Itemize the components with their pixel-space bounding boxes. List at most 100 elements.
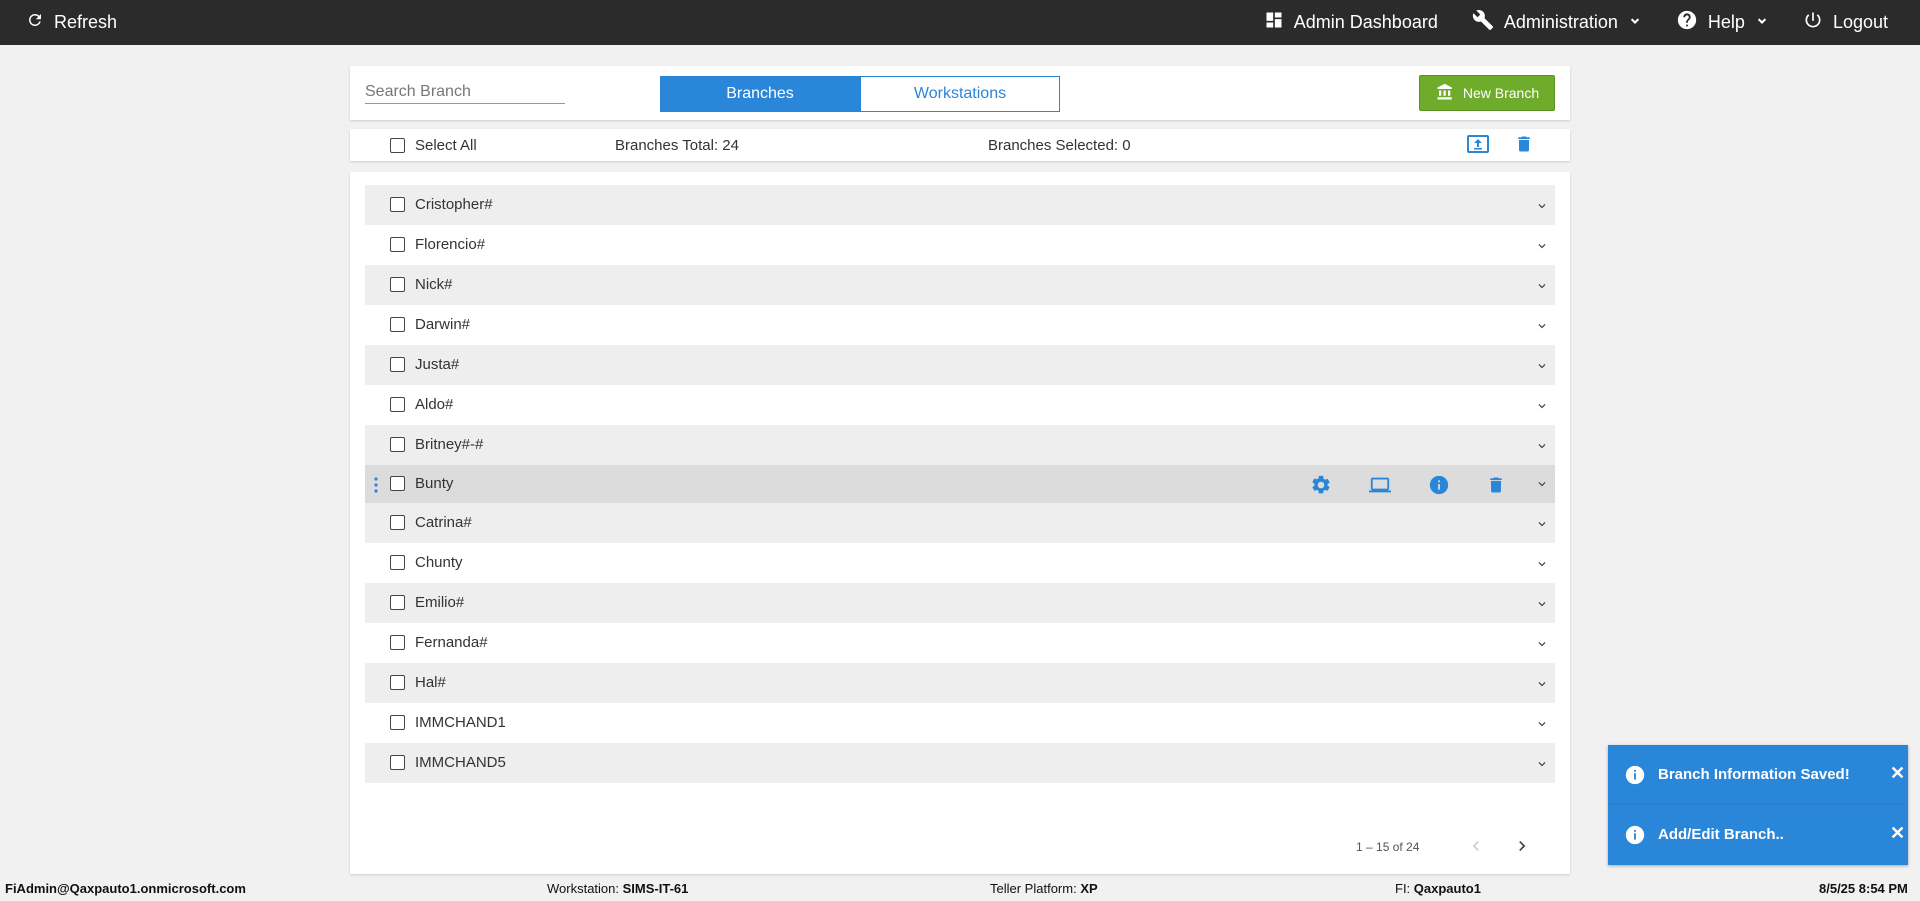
chevron-down-icon[interactable] [1535, 477, 1549, 495]
branch-row[interactable]: Catrina# [365, 503, 1555, 543]
selection-bar: Select All Branches Total: 24 Branches S… [350, 129, 1570, 161]
logout-label: Logout [1832, 12, 1888, 32]
chevron-down-icon[interactable] [1535, 439, 1549, 457]
chevron-down-icon[interactable] [1535, 359, 1549, 377]
branch-checkbox[interactable] [390, 397, 405, 412]
chevron-down-icon[interactable] [1535, 239, 1549, 257]
branch-checkbox[interactable] [390, 197, 405, 212]
branch-checkbox[interactable] [390, 357, 405, 372]
chevron-down-icon[interactable] [1535, 279, 1549, 297]
drag-handle-icon[interactable] [374, 476, 378, 498]
select-all-label: Select All [415, 137, 477, 154]
branch-row[interactable]: Britney#-# [365, 425, 1555, 465]
branch-checkbox[interactable] [390, 237, 405, 252]
status-bar: FiAdmin@Qaxpauto1.onmicrosoft.com Workst… [0, 877, 1920, 901]
info-icon [1624, 764, 1646, 790]
branch-name: Cristopher# [415, 196, 493, 213]
chevron-down-icon[interactable] [1535, 597, 1549, 615]
branch-row[interactable]: Chunty [365, 543, 1555, 583]
refresh-label: Refresh [54, 12, 118, 32]
search-branch-input[interactable] [365, 80, 565, 104]
workstation-label: Workstation: [547, 881, 620, 896]
branch-row[interactable]: IMMCHAND5 [365, 743, 1555, 783]
branch-row[interactable]: Nick# [365, 265, 1555, 305]
branch-name: Justa# [415, 356, 460, 373]
chevron-down-icon[interactable] [1535, 399, 1549, 417]
branch-row[interactable]: Justa# [365, 345, 1555, 385]
next-page-icon[interactable] [1512, 836, 1532, 861]
close-icon[interactable]: ✕ [1890, 823, 1905, 844]
branch-checkbox[interactable] [390, 715, 405, 730]
admin-dashboard-link[interactable]: Admin Dashboard [1264, 10, 1438, 35]
chevron-down-icon [1755, 12, 1769, 33]
branch-row[interactable]: Darwin# [365, 305, 1555, 345]
branch-row[interactable]: Fernanda# [365, 623, 1555, 663]
settings-gear-icon[interactable] [1310, 474, 1332, 500]
branch-name: IMMCHAND5 [415, 754, 506, 771]
branch-name: Catrina# [415, 514, 472, 531]
fi-label: FI: [1395, 881, 1411, 896]
logout-button[interactable]: Logout [1803, 10, 1888, 35]
admin-dashboard-label: Admin Dashboard [1293, 12, 1438, 32]
chevron-down-icon[interactable] [1535, 637, 1549, 655]
branch-checkbox[interactable] [390, 476, 405, 491]
branch-checkbox[interactable] [390, 317, 405, 332]
select-all-checkbox[interactable] [390, 138, 405, 153]
refresh-button[interactable]: Refresh [26, 0, 117, 45]
branch-name: Nick# [415, 276, 453, 293]
branch-name: Fernanda# [415, 634, 488, 651]
branch-checkbox[interactable] [390, 555, 405, 570]
new-branch-button[interactable]: New Branch [1419, 75, 1555, 111]
close-icon[interactable]: ✕ [1890, 763, 1905, 784]
chevron-down-icon [1628, 12, 1642, 33]
branch-checkbox[interactable] [390, 635, 405, 650]
chevron-down-icon[interactable] [1535, 757, 1549, 775]
info-icon[interactable] [1428, 474, 1450, 500]
delete-selected-icon[interactable] [1514, 133, 1534, 159]
branch-row[interactable]: IMMCHAND1 [365, 703, 1555, 743]
branch-row[interactable]: Hal# [365, 663, 1555, 703]
branch-name: Britney#-# [415, 436, 484, 453]
branches-selected: Branches Selected: 0 [988, 137, 1131, 154]
branch-row[interactable]: Aldo# [365, 385, 1555, 425]
refresh-icon [26, 11, 44, 34]
branch-name: IMMCHAND1 [415, 714, 506, 731]
tab-workstations[interactable]: Workstations [860, 76, 1060, 112]
tab-branches[interactable]: Branches [660, 76, 860, 112]
wrench-icon [1472, 9, 1494, 36]
branch-row[interactable]: Cristopher# [365, 185, 1555, 225]
bank-icon [1435, 83, 1455, 104]
previous-page-icon[interactable] [1466, 836, 1486, 861]
branch-name: Bunty [415, 475, 454, 492]
chevron-down-icon[interactable] [1535, 199, 1549, 217]
delete-branch-icon[interactable] [1486, 474, 1506, 500]
branch-row[interactable]: Emilio# [365, 583, 1555, 623]
branch-row[interactable]: Florencio# [365, 225, 1555, 265]
fi-value: Qaxpauto1 [1413, 881, 1481, 896]
chevron-down-icon[interactable] [1535, 319, 1549, 337]
branch-checkbox[interactable] [390, 437, 405, 452]
pagination-range: 1 – 15 of 24 [1356, 840, 1420, 854]
chevron-down-icon[interactable] [1535, 677, 1549, 695]
chevron-down-icon[interactable] [1535, 557, 1549, 575]
branch-checkbox[interactable] [390, 515, 405, 530]
help-menu[interactable]: Help [1676, 9, 1769, 36]
select-all[interactable]: Select All [390, 137, 477, 154]
branch-name: Hal# [415, 674, 446, 691]
branch-row-hovered[interactable]: Bunty [365, 465, 1555, 503]
branch-checkbox[interactable] [390, 675, 405, 690]
export-icon[interactable] [1466, 134, 1490, 158]
branch-checkbox[interactable] [390, 277, 405, 292]
teller-platform-label: Teller Platform: [990, 881, 1077, 896]
status-user: FiAdmin@Qaxpauto1.onmicrosoft.com [5, 881, 246, 896]
chevron-down-icon[interactable] [1535, 517, 1549, 535]
administration-menu[interactable]: Administration [1472, 9, 1642, 36]
power-icon [1803, 10, 1823, 35]
branch-checkbox[interactable] [390, 595, 405, 610]
status-datetime: 8/5/25 8:54 PM [1819, 881, 1908, 896]
chevron-down-icon[interactable] [1535, 717, 1549, 735]
branch-name: Chunty [415, 554, 463, 571]
branch-name: Emilio# [415, 594, 465, 611]
branch-checkbox[interactable] [390, 755, 405, 770]
laptop-icon[interactable] [1367, 474, 1393, 500]
